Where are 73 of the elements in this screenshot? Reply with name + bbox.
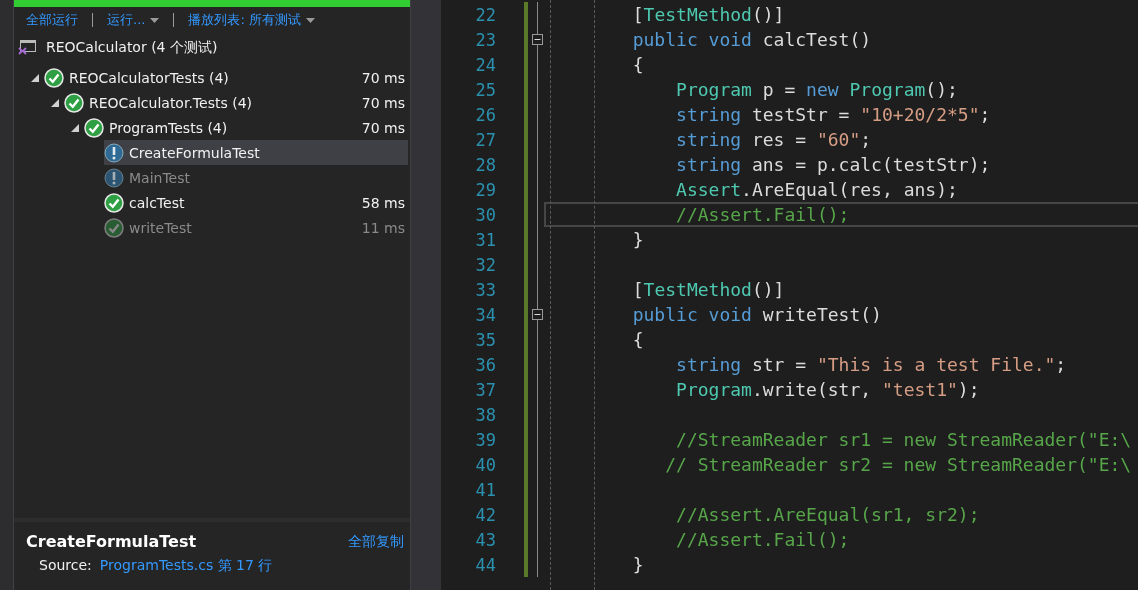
test-name: CreateFormulaTest xyxy=(129,144,261,161)
line-number: 37 xyxy=(474,379,496,400)
test-tree-item[interactable]: writeTest 11 ms xyxy=(104,215,408,240)
code-line: public void writeTest() xyxy=(631,304,882,325)
line-number: 30 xyxy=(474,204,496,225)
line-number: 44 xyxy=(474,554,496,575)
line-number: 24 xyxy=(474,54,496,75)
source-label: Source: xyxy=(39,557,92,575)
source-link[interactable]: ProgramTests.cs 第 17 行 xyxy=(99,557,273,575)
code-line: string str = "This is a test File."; xyxy=(675,354,1067,375)
test-duration: 70 ms xyxy=(361,119,406,136)
test-name: writeTest xyxy=(129,219,193,236)
code-line: //Assert.AreEqual(sr1, sr2); xyxy=(675,504,980,525)
code-line: [TestMethod()] xyxy=(631,279,785,300)
line-number: 26 xyxy=(474,104,496,125)
line-number: 33 xyxy=(474,279,496,300)
line-number: 39 xyxy=(474,429,496,450)
code-line: string testStr = "10+20/2*5"; xyxy=(675,104,991,125)
line-number: 31 xyxy=(474,229,496,250)
toolbar-link[interactable]: 播放列表: 所有测试 xyxy=(188,11,315,29)
test-duration: 70 ms xyxy=(361,94,406,111)
test-name: REOCalculator.Tests (4) xyxy=(89,94,253,111)
test-name: ProgramTests (4) xyxy=(109,119,229,136)
code-line: [TestMethod()] xyxy=(631,4,785,25)
test-tree-item[interactable]: REOCalculator.Tests (4) 70 ms xyxy=(64,90,408,115)
line-number: 43 xyxy=(474,529,496,550)
line-number: 25 xyxy=(474,79,496,100)
toolbar-link[interactable]: 全部运行 xyxy=(26,11,78,29)
code-line: string ans = p.calc(testStr); xyxy=(675,154,991,175)
code-line: } xyxy=(631,554,644,575)
code-line: //StreamReader sr1 = new StreamReader("E:\ xyxy=(675,429,1132,450)
collapse-icon[interactable] xyxy=(532,34,543,45)
line-number: 22 xyxy=(474,4,496,25)
line-number: 42 xyxy=(474,504,496,525)
collapse-icon[interactable] xyxy=(532,309,543,320)
code-line: Program p = new Program(); xyxy=(675,79,958,100)
code-line: //Assert.Fail(); xyxy=(675,204,850,225)
test-tree-item[interactable]: CreateFormulaTest xyxy=(104,140,408,165)
test-tree-item[interactable]: REOCalculatorTests (4) 70 ms xyxy=(44,65,408,90)
line-number: 40 xyxy=(474,454,496,475)
code-line: // StreamReader sr2 = new StreamReader("E:\ xyxy=(664,454,1132,475)
test-duration: 58 ms xyxy=(361,194,406,211)
code-line: } xyxy=(631,229,644,250)
line-number: 36 xyxy=(474,354,496,375)
line-number: 27 xyxy=(474,129,496,150)
test-duration: 11 ms xyxy=(361,219,406,236)
copy-all-link[interactable]: 全部复制 xyxy=(348,532,404,551)
code-line: string res = "60"; xyxy=(675,129,872,150)
test-tree-item[interactable]: ProgramTests (4) 70 ms xyxy=(84,115,408,140)
code-line: public void calcTest() xyxy=(631,29,872,50)
line-number: 34 xyxy=(474,304,496,325)
line-number: 28 xyxy=(474,154,496,175)
line-number: 23 xyxy=(474,29,496,50)
code-line: Assert.AreEqual(res, ans); xyxy=(675,179,958,200)
code-line: //Assert.Fail(); xyxy=(675,529,850,550)
test-name: REOCalculatorTests (4) xyxy=(69,69,230,86)
toolbar-link[interactable]: 运行... xyxy=(107,11,160,29)
code-line: Program.write(str, "test1"); xyxy=(675,379,980,400)
line-number: 41 xyxy=(474,479,496,500)
project-title: REOCalculator (4 个测试) xyxy=(46,39,218,57)
line-number: 35 xyxy=(474,329,496,350)
test-name: MainTest xyxy=(129,169,191,186)
line-number: 38 xyxy=(474,404,496,425)
test-name: calcTest xyxy=(129,194,186,211)
project-icon xyxy=(18,39,38,57)
test-duration: 70 ms xyxy=(361,69,406,86)
line-number: 32 xyxy=(474,254,496,275)
code-line: { xyxy=(631,329,644,350)
test-tree-item[interactable]: calcTest 58 ms xyxy=(104,190,408,215)
line-number: 29 xyxy=(474,179,496,200)
code-line: { xyxy=(631,54,644,75)
test-tree-item[interactable]: MainTest xyxy=(104,165,408,190)
detail-title: CreateFormulaTest xyxy=(26,532,197,551)
